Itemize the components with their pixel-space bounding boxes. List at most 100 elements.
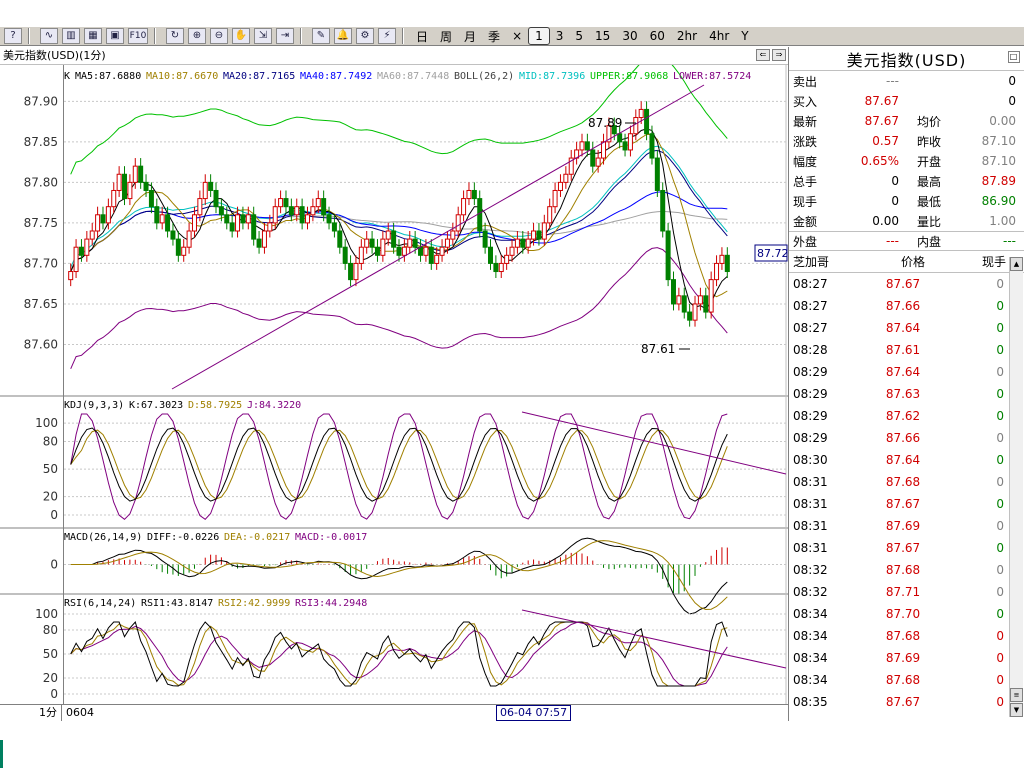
tick-price: 87.68	[885, 673, 921, 687]
hand-icon[interactable]: ✋	[232, 28, 250, 44]
candle	[148, 189, 154, 208]
rsi-tick-label: 100	[35, 607, 58, 621]
candle	[676, 295, 682, 305]
candle	[590, 149, 596, 167]
period-button-60[interactable]: 60	[644, 27, 671, 45]
candle	[175, 238, 181, 256]
chart-area[interactable]: 87.90 87.85 87.80 87.75 87.70 87.65 87.60 87.89…	[0, 47, 788, 721]
period-button-季[interactable]: 季	[482, 27, 506, 45]
kdj-legend-name: KDJ(9,3,3)	[64, 400, 124, 411]
tick-time: 08:29	[793, 365, 828, 379]
tick-scrollbar[interactable]: ▲ ≡ ▼	[1009, 257, 1023, 717]
period-button-30[interactable]: 30	[616, 27, 643, 45]
zoom-in-icon[interactable]: ⊕	[188, 28, 206, 44]
macd-tick-label: 0	[50, 558, 58, 572]
toolbar-separator	[154, 28, 156, 44]
period-button-4hr[interactable]: 4hr	[703, 27, 735, 45]
quote-row: 卖出 --- 0	[789, 71, 1024, 91]
period-button-日[interactable]: 日	[410, 27, 434, 45]
outer-label: 外盘	[793, 234, 818, 249]
draw-icon[interactable]: ✎	[312, 28, 330, 44]
next-chart-icon[interactable]: ⇒	[772, 49, 786, 61]
quote-label: 开盘	[917, 154, 942, 169]
candle	[633, 117, 639, 135]
toolbar-separator	[28, 28, 30, 44]
period-button-5[interactable]: 5	[569, 27, 589, 45]
previous-chart-icon[interactable]: ⇐	[756, 49, 770, 61]
chart-header: 美元指数(USD)(1分) ⇐ ⇒	[0, 47, 788, 65]
macd-legend-diff: DIFF:-0.0226	[147, 532, 219, 543]
candle	[272, 206, 278, 224]
f10-icon[interactable]: F10	[128, 28, 148, 44]
help-icon[interactable]: ?	[4, 28, 22, 44]
quote-row: 现手 0 最低 86.90	[789, 191, 1024, 211]
scroll-up-icon[interactable]: ▲	[1010, 257, 1023, 271]
period-button-2hr[interactable]: 2hr	[671, 27, 703, 45]
status-period: 1分	[0, 705, 62, 721]
candle	[541, 222, 547, 240]
candle	[68, 271, 74, 281]
candle	[407, 238, 413, 248]
line-chart-icon[interactable]: ∿	[40, 28, 58, 44]
candle	[461, 198, 467, 216]
restore-icon[interactable]: □	[1008, 51, 1020, 63]
quote-title-bar: 美元指数(USD) □	[789, 47, 1024, 71]
kdj-tick-label: 20	[43, 490, 58, 504]
candle	[487, 246, 493, 264]
candle	[714, 262, 720, 281]
bar-chart-icon[interactable]: ▥	[62, 28, 80, 44]
export-icon[interactable]: ⇲	[254, 28, 272, 44]
rsi-tick-label: 20	[43, 671, 58, 685]
candle	[579, 141, 585, 151]
tick-time: 08:29	[793, 387, 828, 401]
price-tick-label: 87.60	[24, 337, 58, 351]
tick-price: 87.64	[885, 453, 921, 467]
period-button-Y[interactable]: Y	[735, 27, 754, 45]
tick-row: 08:34 87.68 0	[789, 625, 1024, 647]
candle	[563, 173, 569, 183]
zoom-out-icon[interactable]: ⊖	[210, 28, 228, 44]
period-close-button[interactable]: ×	[506, 27, 528, 45]
tick-price: 87.67	[885, 541, 921, 555]
candle	[358, 246, 364, 264]
tick-time: 08:32	[793, 563, 828, 577]
period-button-15[interactable]: 15	[589, 27, 616, 45]
candle	[380, 238, 386, 256]
quote-value: 87.10	[981, 154, 1016, 168]
candle	[509, 246, 515, 256]
candle	[122, 173, 128, 200]
quote-label: 最低	[917, 194, 942, 209]
table-icon[interactable]: ▦	[84, 28, 102, 44]
candle	[159, 214, 165, 224]
candle	[186, 230, 192, 248]
refresh-icon[interactable]: ↻	[166, 28, 184, 44]
chart-canvas[interactable]: 87.90 87.85 87.80 87.75 87.70 87.65 87.60 87.89…	[0, 47, 788, 704]
tick-price: 87.67	[885, 497, 921, 511]
scroll-down-icon[interactable]: ▼	[1010, 703, 1023, 717]
period-button-3[interactable]: 3	[550, 27, 570, 45]
left-edge-marker	[0, 740, 3, 768]
legend-mid: MID:87.7396	[519, 71, 585, 82]
candle	[369, 238, 375, 248]
candle	[170, 230, 176, 240]
alert-icon[interactable]: 🔔	[334, 28, 352, 44]
flash-icon[interactable]: ⚡	[378, 28, 396, 44]
tick-price: 87.64	[885, 365, 921, 379]
candle	[638, 108, 644, 119]
tick-time: 08:28	[793, 343, 828, 357]
period-button-月[interactable]: 月	[458, 27, 482, 45]
quote-table: 卖出 --- 0 买入 87.67 0 最新 87.67 均价 0.00 涨跌 0.57 昨收 87.10…	[789, 71, 1024, 231]
rsi-tick-label: 0	[50, 687, 58, 701]
period-button-1[interactable]: 1	[528, 27, 550, 45]
scroll-thumb[interactable]: ≡	[1010, 688, 1023, 702]
import-icon[interactable]: ⇥	[276, 28, 294, 44]
settings-icon[interactable]: ⚙	[356, 28, 374, 44]
quote-value: 0.00	[872, 214, 899, 228]
window-icon[interactable]: ▣	[106, 28, 124, 44]
legend-k: K	[64, 71, 70, 82]
period-button-周[interactable]: 周	[434, 27, 458, 45]
tick-row: 08:34 87.70 0	[789, 603, 1024, 625]
low-price-label: 87.61	[641, 342, 675, 356]
candle	[471, 189, 477, 200]
tick-row: 08:32 87.68 0	[789, 559, 1024, 581]
